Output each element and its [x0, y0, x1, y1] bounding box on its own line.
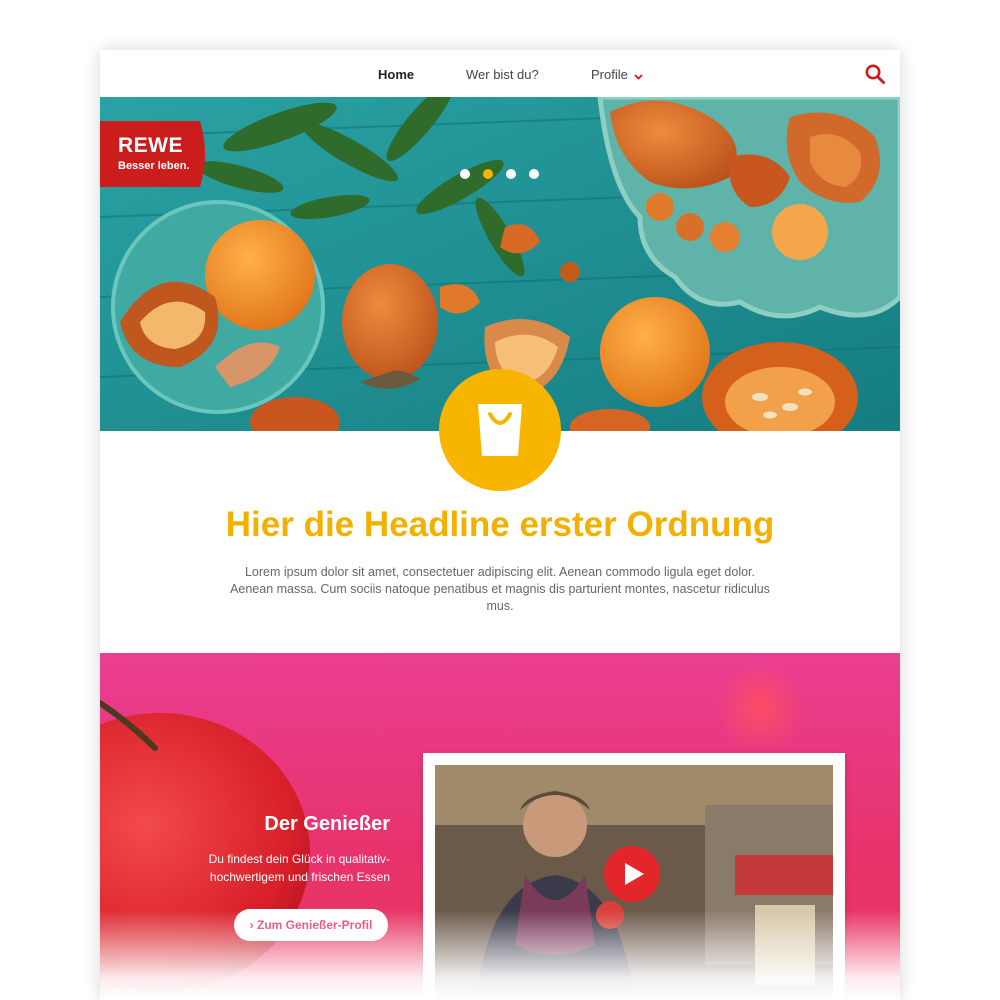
play-icon	[625, 863, 644, 885]
slider-dot[interactable]	[506, 169, 516, 179]
profile-cta-button[interactable]: › Zum Genießer-Profil	[234, 909, 388, 941]
page-headline: Hier die Headline erster Ordnung	[225, 505, 775, 544]
slider-dots	[460, 169, 540, 181]
shopping-bag-badge	[439, 369, 561, 491]
search-icon	[865, 64, 885, 84]
video-player[interactable]	[435, 765, 833, 1000]
slider-dot[interactable]	[460, 169, 470, 179]
top-navigation: Home Wer bist du? Profile	[100, 50, 900, 97]
shopping-bag-icon	[478, 404, 522, 456]
chevron-down-icon	[634, 68, 643, 83]
nav-item-wer-bist-du[interactable]: Wer bist du?	[466, 67, 539, 82]
profile-title: Der Genießer	[264, 813, 390, 835]
search-button[interactable]	[864, 63, 886, 85]
profile-description: Du findest dein Glück in qualitativ-hoch…	[208, 852, 390, 884]
page-frame: Home Wer bist du? Profile REWE Besser le…	[100, 50, 900, 1000]
logo-wordmark: REWE	[118, 134, 183, 157]
nav-item-home[interactable]: Home	[378, 67, 414, 82]
logo-tagline: Besser leben.	[118, 160, 190, 172]
rewe-logo[interactable]: REWE Besser leben.	[100, 121, 210, 187]
nav-item-profile-label: Profile	[591, 67, 628, 82]
slider-dot[interactable]	[483, 169, 493, 179]
intro-paragraph: Lorem ipsum dolor sit amet, consectetuer…	[230, 565, 770, 613]
profile-teaser-section: Der Genießer Du findest dein Glück in qu…	[100, 653, 900, 1000]
nav-item-profile[interactable]: Profile	[591, 67, 643, 83]
slider-dot[interactable]	[529, 169, 539, 179]
play-button[interactable]	[604, 846, 660, 902]
video-card	[423, 753, 845, 1000]
